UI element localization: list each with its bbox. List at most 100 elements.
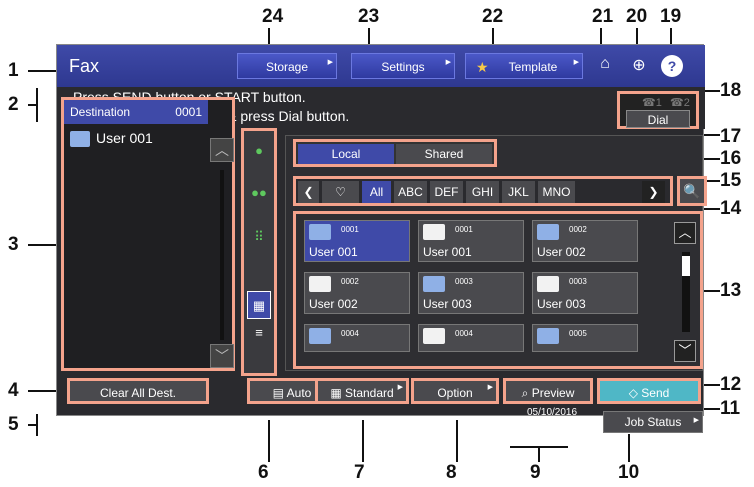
callout-17: 17 (720, 126, 742, 147)
grid-icon: ▦ (252, 298, 266, 313)
callout-7: 7 (354, 462, 365, 483)
settings-button[interactable]: Settings ▶ (351, 53, 455, 79)
tab-grid-view[interactable]: ▦ (247, 291, 271, 319)
diamond-icon: ◇ (628, 386, 642, 400)
callout-4: 4 (8, 380, 19, 401)
auto-label: Auto (286, 386, 312, 400)
entry-name: User 003 (537, 297, 586, 311)
address-entry[interactable]: 0001 User 001 (304, 220, 410, 262)
callout-22: 22 (482, 6, 504, 27)
title-bar: Fax Storage ▶ Settings ▶ ★ Template ▶ ⌂ ⊕ ? (57, 45, 705, 87)
group-icon: ●● (251, 185, 267, 200)
leader-line (268, 420, 270, 462)
index-ghi[interactable]: GHI (466, 181, 500, 203)
scrollbar-track[interactable] (220, 170, 224, 340)
entry-number: 0003 (455, 277, 473, 286)
entry-number: 0001 (341, 225, 359, 234)
status-message: Received FAX on Line1 remained. (97, 419, 249, 430)
storage-button[interactable]: Storage ▶ (237, 53, 337, 79)
resolution-standard-button[interactable]: ▦ Standard ▶ (315, 378, 409, 404)
callout-6: 6 (258, 462, 269, 483)
address-entry[interactable]: 0004 (418, 324, 524, 352)
callout-3: 3 (8, 234, 19, 255)
shared-tab[interactable]: Shared (396, 144, 492, 164)
grid-scroll-up[interactable]: ︿ (674, 222, 696, 244)
destination-title: Destination (70, 105, 131, 119)
entry-number: 0004 (341, 329, 359, 338)
template-button[interactable]: ★ Template ▶ (465, 53, 583, 79)
checker-icon: ▦ (330, 386, 345, 400)
grid-scroll-down[interactable]: ﹀ (674, 340, 696, 362)
tab-keypad[interactable]: ⠿ (247, 223, 271, 251)
star-icon: ★ (476, 59, 489, 75)
fax-icon (309, 224, 331, 240)
globe-icon[interactable]: ⊕ (627, 55, 651, 77)
leader-line (36, 414, 38, 436)
index-mno[interactable]: MNO (538, 181, 576, 203)
callout-21: 21 (592, 6, 614, 27)
callout-9: 9 (530, 462, 541, 483)
index-jkl[interactable]: JKL (502, 181, 536, 203)
list-icon: ≡ (255, 325, 263, 340)
home-add-icon[interactable]: ⌂ (593, 55, 617, 77)
mail-icon (423, 224, 445, 240)
callout-20: 20 (626, 6, 648, 27)
leader-line (456, 420, 458, 462)
address-entry[interactable]: 0005 (532, 324, 638, 352)
leader-line (704, 208, 720, 210)
search-icon: 🔍 (683, 183, 701, 199)
entry-name: User 002 (309, 297, 358, 311)
keypad-icon: ⠿ (254, 229, 264, 244)
job-status-button[interactable]: Job Status ▶ (603, 411, 703, 433)
callout-8: 8 (446, 462, 457, 483)
dial-button[interactable]: Dial (626, 110, 690, 128)
tab-individual[interactable]: ● (247, 137, 271, 165)
callout-15: 15 (720, 170, 742, 191)
destination-list: Destination 0001 User 001 ︿ ﹀ (61, 97, 235, 371)
tab-group[interactable]: ●● (247, 179, 271, 207)
address-entry[interactable]: 0002 User 002 (532, 220, 638, 262)
fax-icon (537, 224, 559, 240)
standard-label: Standard (344, 386, 394, 400)
preview-icon: ⌕ (521, 386, 532, 400)
entry-name: User 001 (309, 245, 358, 259)
favorites-button[interactable]: ♡ (322, 181, 360, 203)
callout-19: 19 (660, 6, 682, 27)
entry-number: 0003 (569, 277, 587, 286)
person-icon: ● (255, 143, 263, 158)
callout-18: 18 (720, 80, 742, 101)
entry-number: 0001 (455, 225, 473, 234)
tab-list-view[interactable]: ≡ (247, 323, 271, 343)
settings-label: Settings (381, 60, 425, 74)
index-def[interactable]: DEF (430, 181, 464, 203)
address-entry[interactable]: 0001 User 001 (418, 220, 524, 262)
index-all[interactable]: All (362, 181, 392, 203)
chevron-right-icon: ▶ (327, 59, 333, 66)
address-entry[interactable]: 0003 User 003 (418, 272, 524, 314)
address-entry[interactable]: 0004 (304, 324, 410, 352)
index-prev-button[interactable]: ❮ (298, 181, 320, 203)
entry-number: 0004 (455, 329, 473, 338)
address-entry[interactable]: 0002 User 002 (304, 272, 410, 314)
index-next-button[interactable]: ❯ (642, 181, 666, 203)
send-button[interactable]: ◇ Send (597, 378, 701, 404)
clear-all-button[interactable]: Clear All Dest. (67, 378, 209, 404)
search-button[interactable]: 🔍 (677, 176, 707, 206)
grid-scrollbar[interactable] (682, 252, 690, 332)
storage-label: Storage (265, 60, 309, 74)
option-button[interactable]: Option ▶ (411, 378, 499, 404)
address-grid: 0001 User 001 0001 User 001 0002 User 002 0002… (293, 211, 703, 369)
callout-11: 11 (720, 398, 741, 419)
scroll-down-button[interactable]: ﹀ (210, 344, 234, 368)
address-entry[interactable]: 0003 User 003 (532, 272, 638, 314)
mail-icon (423, 328, 445, 344)
help-icon[interactable]: ? (661, 55, 683, 77)
leader-line (704, 384, 720, 386)
preview-button[interactable]: ⌕ Preview (503, 378, 593, 404)
scroll-up-button[interactable]: ︿ (210, 138, 234, 162)
index-abc[interactable]: ABC (394, 181, 428, 203)
local-tab[interactable]: Local (298, 144, 394, 164)
destination-item-label: User 001 (96, 130, 153, 146)
destination-item[interactable]: User 001 (70, 130, 153, 148)
address-type-tabs: ● ●● ⠿ ▦ ≡ (241, 128, 277, 376)
